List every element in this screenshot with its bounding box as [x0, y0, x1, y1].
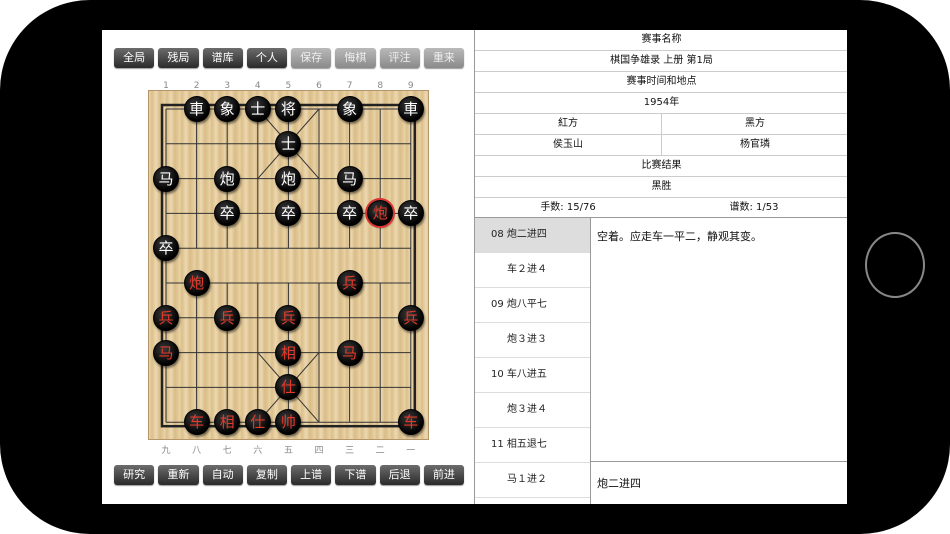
bottom-toolbar-button-8[interactable]: 前进 [423, 465, 464, 485]
column-label: 八 [192, 446, 202, 456]
column-label: 4 [254, 81, 261, 91]
players-row: 侯玉山 杨官璘 [475, 135, 847, 156]
move-item[interactable]: 炮３进４ [475, 393, 590, 428]
home-button[interactable] [865, 232, 925, 298]
red-piece[interactable]: 仕 [244, 409, 271, 436]
black-piece[interactable]: 車 [397, 96, 424, 122]
event-value: 棋国争雄录 上册 第1局 [475, 51, 847, 72]
column-label: 8 [377, 81, 384, 91]
bottom-column-labels: 九八七六五四三二一 [102, 443, 474, 456]
bottom-toolbar-button-4[interactable]: 复制 [246, 465, 287, 485]
column-label: 三 [345, 446, 355, 456]
black-player: 杨官璘 [661, 135, 847, 155]
black-piece[interactable]: 車 [183, 96, 210, 122]
xiangqi-board[interactable]: 車象士将象車士马炮炮马卒卒卒炮卒卒炮兵兵兵兵兵马相马仕车相仕帅车 [149, 91, 428, 439]
move-list[interactable]: 08 炮二进四 车２进４ 09 炮八平七 炮３进３ 10 车八进五 炮３进４ 11 相五退七… [475, 218, 591, 504]
red-piece[interactable]: 炮 [183, 270, 210, 296]
black-piece[interactable]: 士 [244, 96, 271, 122]
column-label: 6 [316, 81, 322, 91]
column-label: 四 [314, 446, 324, 456]
board-pane: 全局 残局 谱库 个人 保存 悔棋 评注 重来 123456789 車象士将象車士马炮炮马卒卒… [102, 30, 474, 504]
red-piece[interactable]: 马 [336, 339, 363, 366]
move-item[interactable]: 炮３进３ [475, 323, 590, 358]
black-side-label: 黑方 [661, 114, 847, 134]
red-piece[interactable]: 车 [397, 409, 424, 436]
column-label: 一 [406, 446, 416, 456]
move-item[interactable]: 马１进２ [475, 463, 590, 498]
black-piece[interactable]: 马 [336, 165, 363, 192]
column-label: 二 [375, 446, 385, 456]
column-label: 3 [224, 81, 231, 91]
current-move: 炮二进四 [597, 477, 641, 490]
top-toolbar-button-5[interactable]: 保存 [291, 48, 332, 68]
app-screen: 全局 残局 谱库 个人 保存 悔棋 评注 重来 123456789 車象士将象車士马炮炮马卒卒… [102, 30, 847, 504]
red-piece[interactable]: 相 [275, 339, 302, 366]
black-piece[interactable]: 马 [153, 165, 179, 192]
black-piece[interactable]: 象 [336, 96, 363, 122]
result-label: 比赛结果 [475, 156, 847, 177]
move-item[interactable]: 09 炮八平七 [475, 288, 590, 323]
column-label: 七 [222, 446, 232, 456]
red-piece[interactable]: 兵 [153, 304, 179, 331]
counts-row: 手数: 15/76 谱数: 1/53 [475, 198, 847, 218]
move-item[interactable]: 车２进４ [475, 253, 590, 288]
bottom-toolbar-button-5[interactable]: 上谱 [291, 465, 332, 485]
column-label: 7 [346, 81, 353, 91]
top-toolbar-button-4[interactable]: 个人 [246, 48, 287, 68]
event-label: 赛事名称 [475, 30, 847, 51]
record-count: 谱数: 1/53 [729, 202, 779, 213]
red-piece[interactable]: 兵 [214, 304, 241, 331]
moves-count: 手数: 15/76 [540, 202, 596, 213]
column-label: 九 [161, 446, 171, 456]
top-toolbar-button-7[interactable]: 评注 [379, 48, 420, 68]
top-toolbar-button-3[interactable]: 谱库 [202, 48, 243, 68]
top-toolbar-button-8[interactable]: 重来 [423, 48, 464, 68]
bottom-toolbar-button-7[interactable]: 后退 [379, 465, 420, 485]
column-label: 9 [407, 81, 414, 91]
black-piece[interactable]: 象 [214, 96, 241, 122]
red-side-label: 紅方 [558, 118, 578, 129]
red-piece[interactable]: 车 [183, 409, 210, 436]
bottom-toolbar-button-3[interactable]: 自动 [202, 465, 243, 485]
top-toolbar-button-6[interactable]: 悔棋 [335, 48, 376, 68]
bottom-toolbar-button-1[interactable]: 研究 [114, 465, 155, 485]
black-piece[interactable]: 卒 [153, 235, 179, 262]
top-toolbar-button-1[interactable]: 全局 [114, 48, 155, 68]
column-label: 5 [285, 81, 292, 91]
time-place-label: 赛事时间和地点 [475, 72, 847, 93]
column-label: 1 [163, 81, 169, 91]
move-item[interactable]: 11 相五退七 [475, 428, 590, 463]
black-piece[interactable]: 炮 [275, 165, 302, 192]
bottom-toolbar-button-2[interactable]: 重新 [158, 465, 199, 485]
black-piece[interactable]: 士 [275, 130, 302, 157]
time-place-value: 1954年 [475, 93, 847, 114]
red-piece[interactable]: 马 [153, 339, 179, 366]
side-labels-row: 紅方 黑方 [475, 114, 847, 135]
column-label: 2 [193, 81, 200, 91]
red-piece[interactable]: 兵 [275, 304, 302, 331]
red-piece[interactable]: 兵 [336, 270, 363, 296]
info-pane: 赛事名称 棋国争雄录 上册 第1局 赛事时间和地点 1954年 紅方 黑方 侯玉… [474, 30, 847, 504]
bottom-toolbar: 研究 重新 自动 复制 上谱 下谱 后退 前进 [114, 465, 464, 485]
result-value: 黑胜 [475, 177, 847, 198]
black-piece[interactable]: 卒 [397, 200, 424, 227]
red-player: 侯玉山 [553, 139, 583, 150]
move-comment: 空着。应走车一平二，静观其变。 [591, 218, 847, 462]
black-piece[interactable]: 卒 [336, 200, 363, 227]
top-toolbar-button-2[interactable]: 残局 [158, 48, 199, 68]
move-item[interactable]: 08 炮二进四 [475, 218, 590, 253]
bottom-toolbar-button-6[interactable]: 下谱 [335, 465, 376, 485]
top-toolbar: 全局 残局 谱库 个人 保存 悔棋 评注 重来 [114, 48, 464, 68]
black-piece[interactable]: 炮 [214, 165, 241, 192]
red-piece[interactable]: 兵 [397, 304, 424, 331]
column-label: 六 [253, 446, 263, 456]
move-item[interactable]: 10 车八进五 [475, 358, 590, 393]
column-label: 五 [283, 446, 293, 456]
